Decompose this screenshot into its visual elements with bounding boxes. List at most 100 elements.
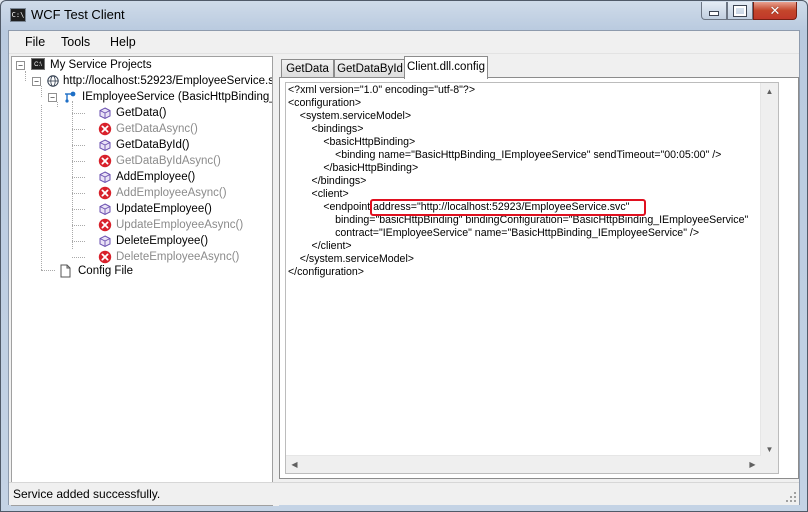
operation-label: GetDataById() [116,139,190,151]
xml-line: </system.serviceModel> [288,253,414,265]
operation-label: UpdateEmployeeAsync() [116,219,244,231]
tree-connector [72,177,85,178]
minimize-icon [709,11,719,16]
operation-cube-icon [99,171,111,184]
tree-connector [41,105,42,270]
menu-help[interactable]: Help [110,35,136,49]
operation-label: AddEmployeeAsync() [116,187,227,199]
app-window: C:\ WCF Test Client ✕ File Tools Help − … [0,0,808,512]
xml-line: <system.serviceModel> [288,110,412,122]
close-button[interactable]: ✕ [753,2,797,20]
xml-line: <endpoint address="http://localhost:5292… [288,201,630,213]
xml-line: <basicHttpBinding> [288,136,416,148]
globe-icon [47,75,59,87]
client-area: File Tools Help − C:\ My Service Project… [8,30,800,506]
tree-service-label: http://localhost:52923/EmployeeService.s [63,75,273,87]
operation-cube-icon [99,235,111,248]
maximize-icon [733,4,747,17]
collapse-icon[interactable]: − [48,93,57,102]
tree-operation-item[interactable]: GetData() [98,105,268,121]
tree-root-label: My Service Projects [50,59,152,71]
resize-grip-icon[interactable] [785,491,797,503]
maximize-button[interactable] [727,2,753,20]
tree-operation-item[interactable]: GetDataByIdAsync() [98,153,268,169]
tree-node-service[interactable]: − http://localhost:52923/EmployeeService… [32,73,272,89]
tree-operation-item[interactable]: UpdateEmployeeAsync() [98,217,268,233]
xml-line: <?xml version="1.0" encoding="utf-8"?> [288,84,476,96]
operation-cube-icon [99,107,111,120]
tree-node-config-file[interactable]: Config File [55,263,255,279]
tree-operation-item[interactable]: GetDataAsync() [98,121,268,137]
tab-client-config[interactable]: Client.dll.config [404,56,488,79]
tree-operation-item[interactable]: AddEmployee() [98,169,268,185]
xml-line: </configuration> [288,266,364,278]
tab-getdatabyid[interactable]: GetDataById [334,59,406,78]
window-title: WCF Test Client [31,7,125,22]
operation-label: GetData() [116,107,167,119]
menu-file[interactable]: File [25,35,45,49]
collapse-icon[interactable]: − [32,77,41,86]
scrollbar-corner [761,456,778,473]
xml-line: contract="IEmployeeService" name="BasicH… [288,227,700,239]
tab-getdata[interactable]: GetData [281,59,334,78]
error-icon [98,122,112,136]
tab-panel: <?xml version="1.0" encoding="utf-8"?> <c… [279,77,799,479]
xml-line: </basicHttpBinding> [288,162,419,174]
tree-operation-item[interactable]: AddEmployeeAsync() [98,185,268,201]
collapse-icon[interactable]: − [16,61,25,70]
scroll-left-icon[interactable]: ◀ [286,456,303,473]
tree-connector [72,209,85,210]
scroll-right-icon[interactable]: ▶ [744,456,761,473]
xml-line: <binding name="BasicHttpBinding_IEmploye… [288,149,722,161]
operation-cube-icon [99,139,111,152]
error-icon [98,218,112,232]
xml-line: <bindings> [288,123,364,135]
scroll-up-icon[interactable]: ▲ [761,83,778,100]
tree-operation-item[interactable]: GetDataById() [98,137,268,153]
horizontal-scrollbar[interactable]: ◀ ▶ [286,455,761,473]
operation-label: GetDataAsync() [116,123,198,135]
tree-operation-item[interactable]: DeleteEmployee() [98,233,268,249]
tree-connector [72,257,85,258]
app-icon: C:\ [10,8,26,22]
operation-label: GetDataByIdAsync() [116,155,221,167]
tree-node-root[interactable]: − C:\ My Service Projects [16,57,271,73]
xml-line: binding="basicHttpBinding" bindingConfig… [288,214,749,226]
error-icon [98,186,112,200]
tree-node-contract[interactable]: − IEmployeeService (BasicHttpBinding_ [48,89,273,105]
tree-connector [72,145,85,146]
file-icon [60,264,71,278]
interface-icon [65,91,76,103]
tree-connector [72,225,85,226]
tree-config-label: Config File [78,265,133,277]
xml-line: <client> [288,188,349,200]
minimize-button[interactable] [701,2,727,20]
menu-bar: File Tools Help [9,31,799,54]
config-xml-viewer[interactable]: <?xml version="1.0" encoding="utf-8"?> <c… [285,82,779,474]
tree-connector [72,241,85,242]
tree-connector [41,270,55,271]
tree-connector [72,101,73,249]
tree-connector [72,193,85,194]
console-icon: C:\ [31,58,45,70]
xml-line: <configuration> [288,97,362,109]
error-icon [98,250,112,264]
title-bar[interactable]: C:\ WCF Test Client ✕ [1,1,807,29]
operation-label: UpdateEmployee() [116,203,212,215]
tree-contract-label: IEmployeeService (BasicHttpBinding_ [82,91,273,103]
tree-operation-item[interactable]: UpdateEmployee() [98,201,268,217]
vertical-scrollbar[interactable]: ▲ ▼ [760,83,778,458]
tree-connector [72,113,85,114]
close-icon: ✕ [769,3,781,18]
xml-line: </bindings> [288,175,367,187]
xml-line: </client> [288,240,352,252]
status-text: Service added successfully. [13,487,161,501]
menu-tools[interactable]: Tools [61,35,90,49]
service-tree[interactable]: − C:\ My Service Projects − http://local… [11,56,273,506]
operation-label: DeleteEmployee() [116,235,209,247]
operation-label: AddEmployee() [116,171,196,183]
operation-cube-icon [99,203,111,216]
error-icon [98,154,112,168]
status-bar: Service added successfully. [9,482,799,505]
tree-connector [72,129,85,130]
